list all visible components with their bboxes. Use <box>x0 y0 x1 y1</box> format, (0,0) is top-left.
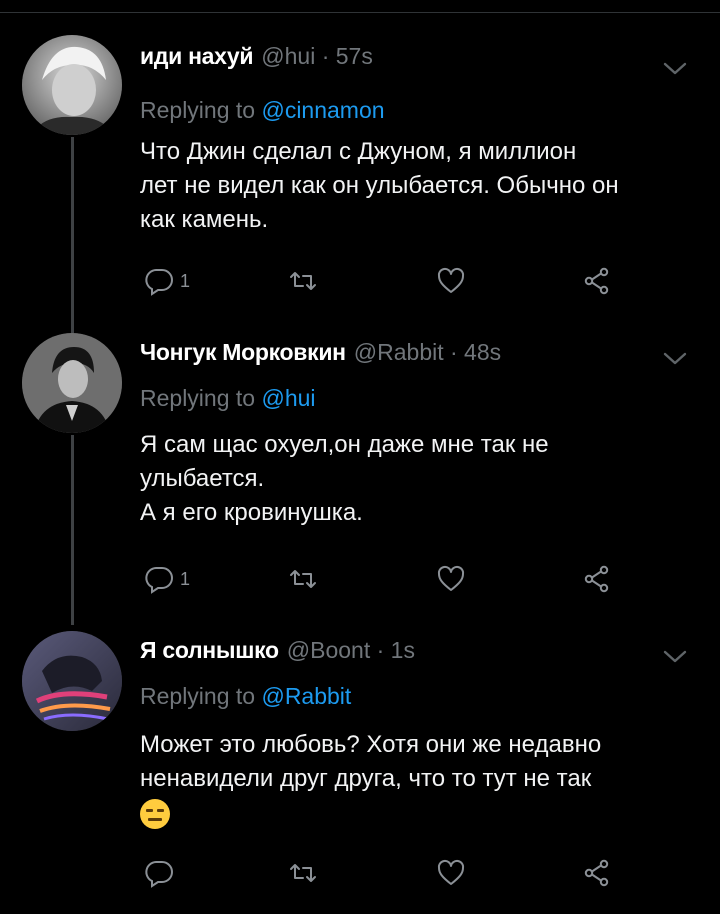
retweet-button[interactable] <box>288 853 318 893</box>
retweet-icon <box>290 864 316 882</box>
tweet[interactable]: иди нахуй @hui · 57s Replying to @cinnam… <box>0 13 720 335</box>
tweet-header: иди нахуй @hui · 57s <box>140 43 373 81</box>
heart-icon <box>437 565 465 591</box>
share-button[interactable] <box>582 559 612 599</box>
replying-to-label: Replying to <box>140 683 262 709</box>
handle-and-time: @Boont · 1s <box>286 637 415 663</box>
share-icon <box>584 859 609 887</box>
replying-to: Replying to @cinnamon <box>140 97 385 124</box>
reply-button[interactable]: 1 <box>144 559 190 599</box>
replying-to: Replying to @hui <box>140 385 316 412</box>
reply-icon <box>145 269 173 296</box>
replying-to-label: Replying to <box>140 385 262 411</box>
like-button[interactable] <box>436 261 466 301</box>
heart-icon <box>437 859 465 885</box>
retweet-button[interactable] <box>288 559 318 599</box>
display-name[interactable]: Я солнышко <box>140 637 279 664</box>
tweet-text-line: лет не видел как он улыбается. Обычно он <box>140 172 619 199</box>
avatar[interactable] <box>22 631 122 731</box>
tweet-text: Я сам щас охуел,он даже мне так не улыба… <box>140 428 700 530</box>
tweet-actions: 1 <box>140 261 660 301</box>
chevron-down-icon[interactable] <box>662 649 688 665</box>
tweet-text-line: Что Джин сделал с Джуном, я миллион <box>140 138 577 165</box>
tweet-text-line: Может это любовь? Хотя они же недавно <box>140 731 602 758</box>
replying-to-label: Replying to <box>140 97 262 123</box>
tweet-text: Что Джин сделал с Джуном, я миллион лет … <box>140 135 700 237</box>
display-name[interactable]: иди нахуй <box>140 43 254 70</box>
handle-and-time: @Rabbit · 48s <box>353 339 502 365</box>
tweet-header: Чонгук Морковкин @Rabbit · 48s <box>140 339 501 377</box>
reply-icon <box>145 567 173 594</box>
retweet-button[interactable] <box>288 261 318 301</box>
share-icon <box>584 565 609 593</box>
avatar[interactable] <box>22 35 122 135</box>
tweet-text-line: улыбается. <box>140 465 265 492</box>
share-button[interactable] <box>582 261 612 301</box>
replying-to: Replying to @Rabbit <box>140 683 351 710</box>
chevron-down-icon[interactable] <box>662 351 688 367</box>
thread-line <box>71 137 74 335</box>
chevron-down-icon[interactable] <box>662 61 688 77</box>
share-button[interactable] <box>582 853 612 893</box>
avatar[interactable] <box>22 333 122 433</box>
reply-button[interactable] <box>144 853 180 893</box>
tweet[interactable]: Чонгук Морковкин @Rabbit · 48s Replying … <box>0 323 720 625</box>
reply-count: 1 <box>180 568 191 589</box>
reply-icon <box>145 861 173 888</box>
like-button[interactable] <box>436 559 466 599</box>
retweet-icon <box>290 272 316 290</box>
tweet-text-line: А я его кровинушка. <box>140 499 363 526</box>
tweet-text-line: Я сам щас охуел,он даже мне так не <box>140 431 549 458</box>
tweet-text-line: ненавидели друг друга, что то тут не так <box>140 765 592 792</box>
reply-count: 1 <box>180 270 191 291</box>
handle-and-time: @hui · 57s <box>261 43 373 69</box>
replying-to-handle[interactable]: @Rabbit <box>261 683 351 709</box>
tweet[interactable]: Я солнышко @Boont · 1s Replying to @Rabb… <box>0 623 720 914</box>
expressionless-face-emoji <box>140 798 170 829</box>
tweet-header: Я солнышко @Boont · 1s <box>140 637 415 675</box>
tweet-actions <box>140 853 660 893</box>
reply-button[interactable]: 1 <box>144 261 190 301</box>
tweet-actions: 1 <box>140 559 660 599</box>
tweet-text-line <box>140 796 700 830</box>
display-name[interactable]: Чонгук Морковкин <box>140 339 346 366</box>
retweet-icon <box>290 570 316 588</box>
thread-line <box>71 435 74 625</box>
replying-to-handle[interactable]: @hui <box>261 385 315 411</box>
like-button[interactable] <box>436 853 466 893</box>
share-icon <box>584 267 609 295</box>
heart-icon <box>437 267 465 293</box>
tweet-text: Может это любовь? Хотя они же недавно не… <box>140 728 700 830</box>
replying-to-handle[interactable]: @cinnamon <box>261 97 384 123</box>
tweet-text-line: как камень. <box>140 206 269 233</box>
